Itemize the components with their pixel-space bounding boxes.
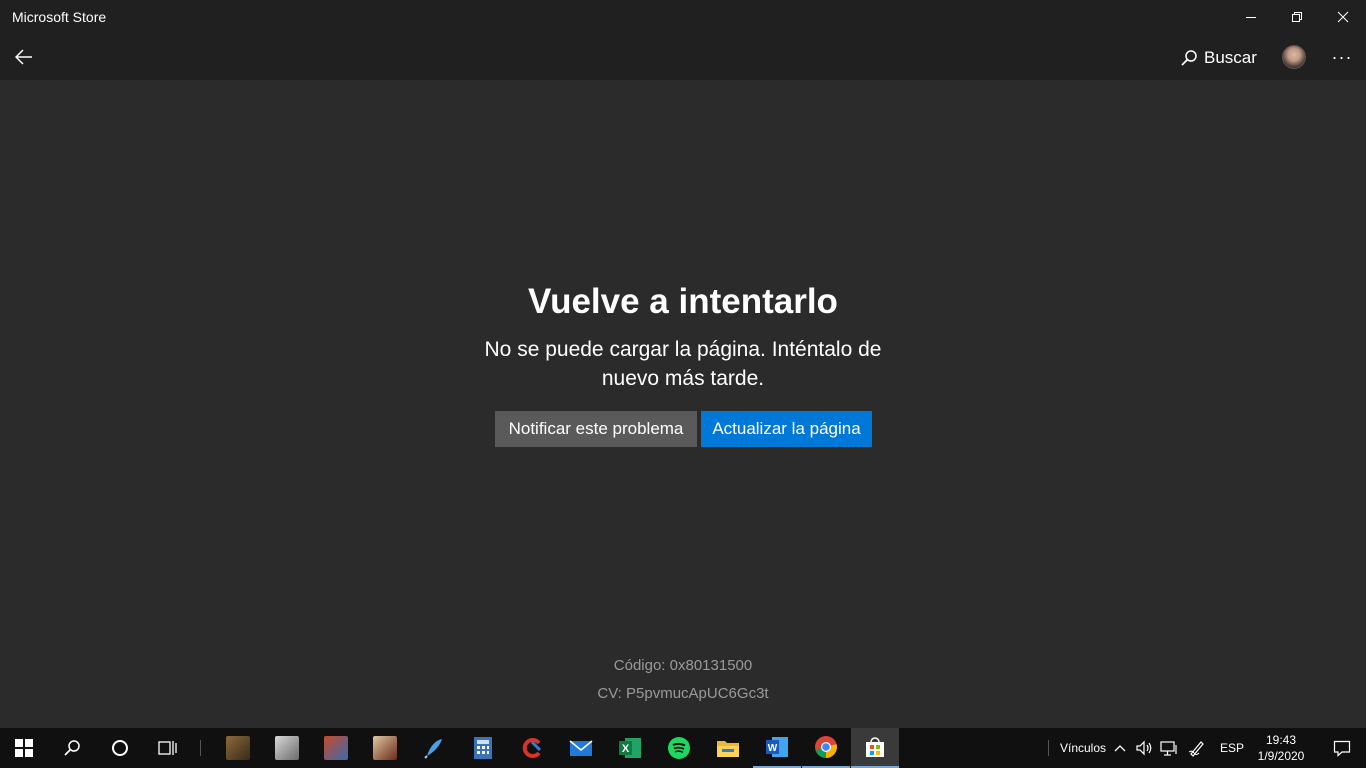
word-icon: W (766, 737, 788, 757)
notify-problem-button[interactable]: Notificar este problema (495, 411, 697, 447)
tray-separator (1048, 740, 1049, 756)
links-toolbar[interactable]: Vínculos (1060, 741, 1106, 755)
close-button[interactable] (1320, 0, 1366, 34)
microsoft-store-app[interactable] (851, 728, 899, 768)
microsoft-store-icon (866, 737, 884, 757)
game-app-2[interactable] (312, 728, 360, 768)
restore-icon (1292, 12, 1302, 22)
user-avatar[interactable] (1282, 45, 1306, 69)
volume-button[interactable] (1132, 728, 1156, 768)
search-button[interactable]: Buscar (1180, 44, 1257, 72)
error-title: Vuelve a intentarlo (528, 282, 838, 321)
mail-app[interactable] (557, 728, 605, 768)
feather-app[interactable] (410, 728, 458, 768)
game-app-3-icon (373, 736, 397, 760)
windows-logo-icon (15, 739, 33, 757)
window-title: Microsoft Store (12, 9, 107, 25)
more-options-button[interactable]: ··· (1326, 42, 1358, 72)
excel-app[interactable]: X (606, 728, 654, 768)
search-icon (1181, 50, 1197, 66)
chrome-icon (815, 736, 837, 758)
taskbar-separator (200, 740, 201, 756)
word-app[interactable]: W (753, 728, 801, 768)
close-icon (1337, 11, 1349, 23)
taskbar: X W Vínculos ESP 19:43 1/9/2020 (0, 728, 1366, 768)
action-center-button[interactable] (1318, 728, 1366, 768)
network-icon (1160, 741, 1177, 756)
restore-button[interactable] (1274, 0, 1320, 34)
feather-app-icon (424, 739, 442, 759)
cortana-button[interactable] (96, 728, 144, 768)
mail-icon (569, 740, 593, 756)
file-explorer-app[interactable] (704, 728, 752, 768)
spotify-app[interactable] (655, 728, 703, 768)
clock-time: 19:43 (1265, 733, 1297, 747)
calculator-icon (474, 737, 492, 759)
search-label: Buscar (1204, 48, 1257, 67)
language-indicator[interactable]: ESP (1220, 741, 1244, 755)
title-bar: Microsoft Store (0, 0, 1366, 34)
network-button[interactable] (1156, 728, 1182, 768)
show-hidden-icons-button[interactable] (1108, 728, 1132, 768)
ccleaner-icon (522, 738, 542, 758)
search-icon (64, 740, 80, 756)
start-button[interactable] (0, 728, 48, 768)
game-app-1[interactable] (214, 728, 262, 768)
error-message: No se puede cargar la página. Inténtalo … (484, 338, 882, 390)
volume-icon (1136, 740, 1152, 756)
app-header: Buscar ··· (0, 34, 1366, 80)
chrome-app[interactable] (802, 728, 850, 768)
refresh-page-button[interactable]: Actualizar la página (701, 411, 872, 447)
file-explorer-icon (717, 741, 739, 757)
minimize-button[interactable] (1228, 0, 1274, 34)
main-content: Vuelve a intentarlo No se puede cargar l… (0, 80, 1366, 728)
game-app-3[interactable] (361, 728, 409, 768)
counter-strike-app[interactable] (263, 728, 311, 768)
chevron-up-icon (1114, 745, 1126, 752)
svg-text:W: W (768, 743, 778, 754)
minimize-icon (1246, 17, 1256, 18)
excel-icon: X (619, 738, 641, 758)
pen-workspace-button[interactable] (1184, 728, 1210, 768)
notifications-icon (1333, 740, 1351, 757)
svg-text:X: X (622, 743, 630, 755)
task-view-button[interactable] (144, 728, 192, 768)
cortana-icon (112, 740, 128, 756)
ccleaner-app[interactable] (508, 728, 556, 768)
error-code: Código: 0x80131500 (613, 657, 753, 674)
game-app-2-icon (324, 736, 348, 760)
correlation-vector: CV: P5pvmucApUC6Gc3t (597, 685, 769, 702)
back-button[interactable] (8, 42, 40, 72)
counter-strike-icon (275, 736, 299, 760)
taskbar-search-button[interactable] (48, 728, 96, 768)
task-view-icon (158, 741, 177, 755)
calculator-app[interactable] (459, 728, 507, 768)
back-arrow-icon (15, 49, 32, 65)
spotify-icon (668, 737, 690, 759)
clock[interactable]: 19:43 1/9/2020 (1252, 732, 1310, 764)
game-app-1-icon (226, 736, 250, 760)
pen-icon (1188, 741, 1204, 757)
more-icon: ··· (1331, 46, 1353, 67)
clock-date: 1/9/2020 (1257, 749, 1305, 763)
